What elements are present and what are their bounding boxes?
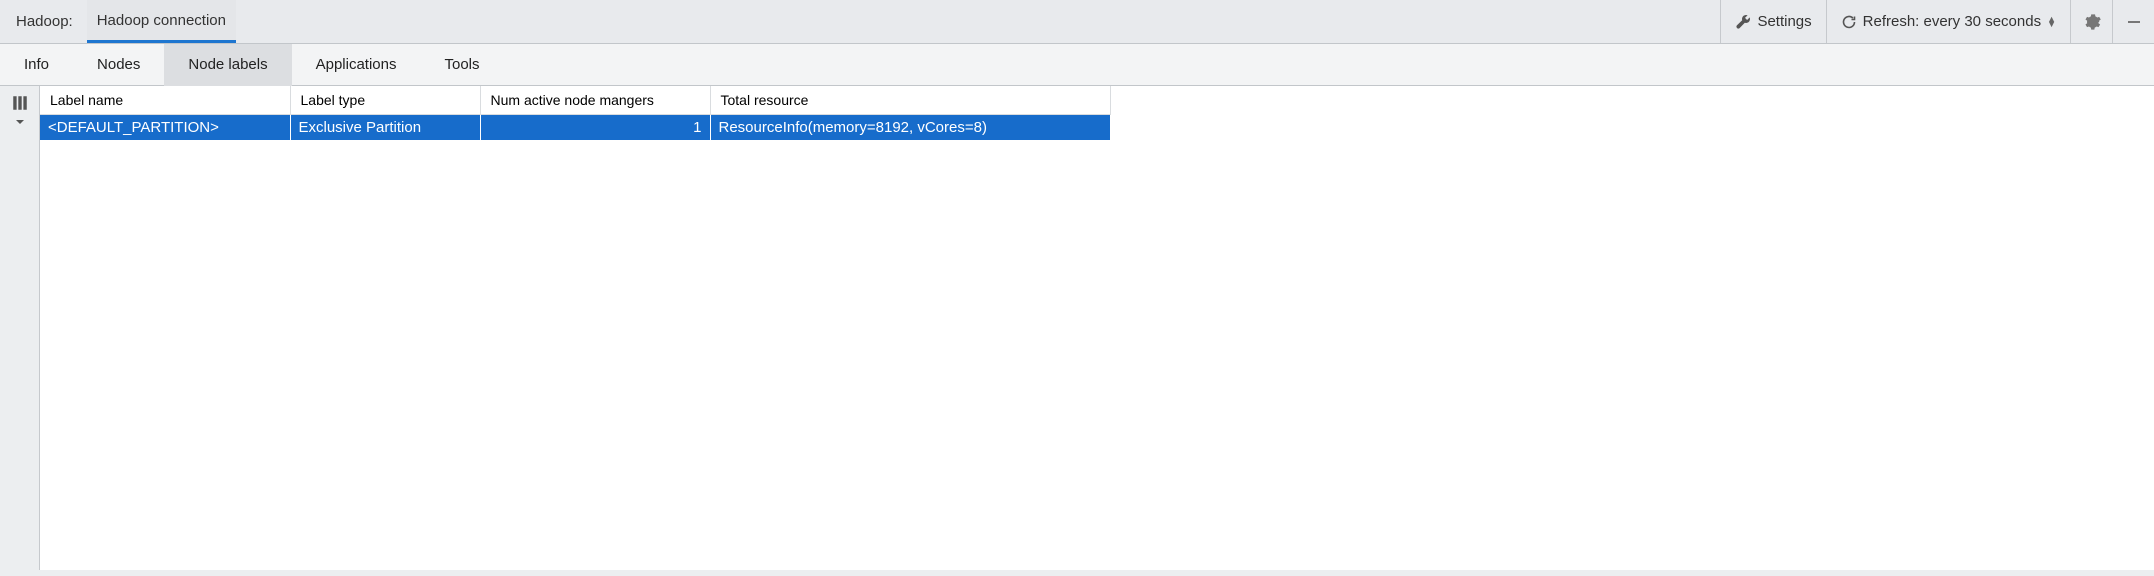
cell-total-resource: ResourceInfo(memory=8192, vCores=8) [710,115,1110,141]
chevron-down-icon[interactable] [14,116,26,128]
col-label-type[interactable]: Label type [290,86,480,115]
stepper-icon: ▲▼ [2047,17,2056,27]
cell-label-name: <DEFAULT_PARTITION> [40,115,290,141]
col-total-resource[interactable]: Total resource [710,86,1110,115]
table-header-row: Label name Label type Num active node ma… [40,86,1110,115]
tab-tools[interactable]: Tools [421,44,504,85]
wrench-icon [1735,14,1751,30]
header-right: Settings Refresh: every 30 seconds ▲▼ [1720,0,2154,43]
bottom-strip [0,570,2154,576]
refresh-label: Refresh: every 30 seconds [1863,13,2041,30]
col-label-name[interactable]: Label name [40,86,290,115]
gear-icon [2083,13,2101,31]
left-gutter [0,86,40,576]
settings-label: Settings [1757,13,1811,30]
table-wrap: Label name Label type Num active node ma… [40,86,2154,576]
tabs-bar: Info Nodes Node labels Applications Tool… [0,44,2154,86]
tab-nodes[interactable]: Nodes [73,44,164,85]
table-row[interactable]: <DEFAULT_PARTITION> Exclusive Partition … [40,115,1110,141]
tab-applications[interactable]: Applications [292,44,421,85]
header-left: Hadoop: Hadoop connection [16,0,1720,43]
cell-label-type: Exclusive Partition [290,115,480,141]
col-num-active[interactable]: Num active node mangers [480,86,710,115]
header-bar: Hadoop: Hadoop connection Settings Refre… [0,0,2154,44]
refresh-icon [1841,14,1857,30]
gear-button[interactable] [2070,0,2112,43]
refresh-button[interactable]: Refresh: every 30 seconds ▲▼ [1826,0,2070,43]
header-connection-tab[interactable]: Hadoop connection [87,0,236,43]
content-area: Label name Label type Num active node ma… [0,86,2154,576]
columns-icon[interactable] [11,94,29,112]
settings-button[interactable]: Settings [1720,0,1825,43]
minimize-icon [2126,14,2142,30]
node-labels-table: Label name Label type Num active node ma… [40,86,1111,140]
header-title-prefix: Hadoop: [16,13,73,30]
minimize-button[interactable] [2112,0,2154,43]
cell-num-active: 1 [480,115,710,141]
tab-info[interactable]: Info [0,44,73,85]
tab-node-labels[interactable]: Node labels [164,44,291,86]
